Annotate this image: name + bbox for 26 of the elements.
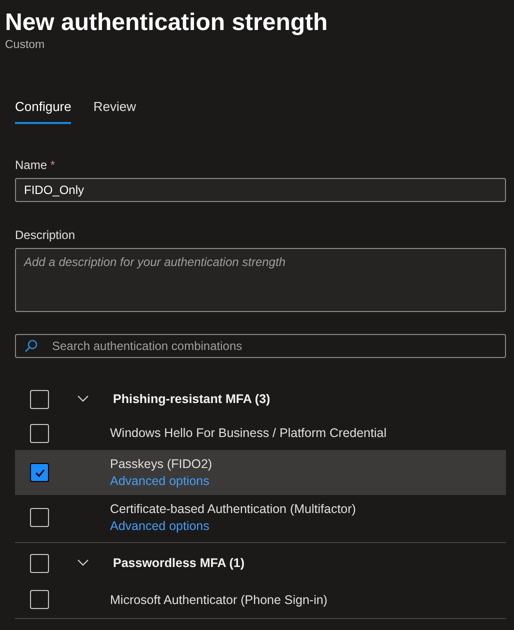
- option-row[interactable]: Certificate-based Authentication (Multifactor) Advanced options: [15, 495, 506, 543]
- description-field[interactable]: Add a description for your authentication strength: [15, 248, 506, 312]
- group-label: Phishing-resistant MFA (3): [113, 392, 270, 406]
- option-label: Certificate-based Authentication (Multifactor): [110, 502, 356, 516]
- option-label: Microsoft Authenticator (Phone Sign-in): [110, 592, 328, 606]
- option-row[interactable]: Passkeys (FIDO2) Advanced options: [15, 450, 506, 495]
- page-subtitle: Custom: [5, 39, 46, 51]
- field-label: Name *: [15, 158, 56, 172]
- chevron-icon[interactable]: [77, 395, 89, 403]
- option-row[interactable]: Windows Hello For Business / Platform Credential: [15, 416, 506, 450]
- chevron-icon[interactable]: [77, 559, 89, 567]
- tab[interactable]: Review: [93, 97, 136, 124]
- tab[interactable]: Configure: [15, 97, 72, 124]
- name-field[interactable]: FIDO_Only: [15, 178, 506, 202]
- search-icon: [24, 339, 38, 353]
- page-title: New authentication strength: [5, 8, 329, 38]
- search-field[interactable]: Search authentication combinations: [15, 334, 506, 358]
- checkmark-icon: [34, 468, 44, 476]
- option-row[interactable]: Microsoft Authenticator (Phone Sign-in): [15, 583, 506, 619]
- checkbox[interactable]: [30, 463, 49, 482]
- option-label: Windows Hello For Business / Platform Credential: [110, 426, 386, 440]
- group-label: Passwordless MFA (1): [113, 556, 245, 570]
- advanced-options-link[interactable]: Advanced options: [110, 519, 210, 533]
- option-label: Passkeys (FIDO2): [110, 457, 212, 471]
- advanced-options-link[interactable]: Advanced options: [110, 474, 210, 488]
- field-label: Description: [15, 228, 76, 242]
